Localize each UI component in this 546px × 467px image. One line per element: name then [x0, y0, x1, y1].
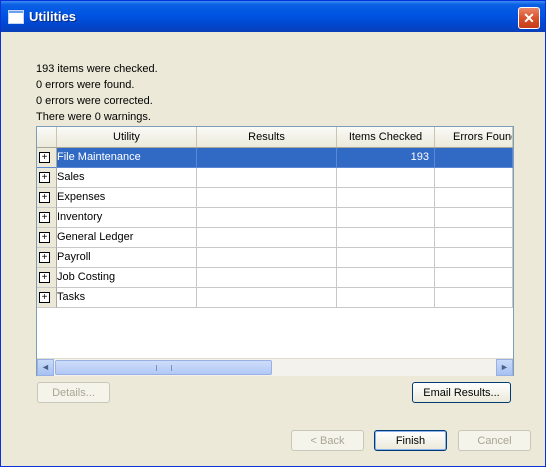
header-utility[interactable]: Utility [57, 127, 197, 147]
expand-icon[interactable]: + [39, 192, 50, 203]
cell-items-checked [337, 248, 435, 268]
cell-items-checked [337, 288, 435, 308]
scroll-thumb[interactable] [55, 360, 272, 375]
cell-utility: General Ledger [57, 228, 197, 248]
header-corner [37, 127, 57, 147]
cell-items-checked [337, 188, 435, 208]
expand-icon[interactable]: + [39, 292, 50, 303]
cell-errors-found [435, 188, 513, 208]
cell-items-checked [337, 228, 435, 248]
expand-icon[interactable]: + [39, 212, 50, 223]
grip-icon [156, 365, 172, 371]
table-row[interactable]: + Sales [37, 168, 513, 188]
table-row[interactable]: + Expenses [37, 188, 513, 208]
back-button[interactable]: < Back [291, 430, 364, 451]
expand-icon[interactable]: + [39, 252, 50, 263]
cell-utility: Job Costing [57, 268, 197, 288]
status-errors-found: 0 errors were found. [36, 79, 135, 91]
cell-errors-found [435, 228, 513, 248]
window-icon [8, 10, 24, 24]
cancel-button[interactable]: Cancel [458, 430, 531, 451]
cell-utility: Sales [57, 168, 197, 188]
close-button[interactable]: ✕ [518, 7, 540, 29]
horizontal-scrollbar[interactable]: ◄ ► [37, 358, 513, 376]
cell-results [197, 248, 337, 268]
status-items-checked: 193 items were checked. [36, 63, 158, 75]
cell-errors-found [435, 208, 513, 228]
grid-header: Utility Results Items Checked Errors Fou… [37, 127, 513, 148]
cell-errors-found [435, 148, 513, 168]
expand-icon[interactable]: + [39, 152, 50, 163]
table-row[interactable]: + Payroll [37, 248, 513, 268]
cell-utility: File Maintenance [57, 148, 197, 168]
cell-results [197, 268, 337, 288]
cell-results [197, 208, 337, 228]
status-errors-corrected: 0 errors were corrected. [36, 95, 153, 107]
finish-button[interactable]: Finish [374, 430, 447, 451]
cell-utility: Inventory [57, 208, 197, 228]
results-grid[interactable]: Utility Results Items Checked Errors Fou… [36, 126, 514, 376]
cell-errors-found [435, 268, 513, 288]
expand-icon[interactable]: + [39, 272, 50, 283]
table-row[interactable]: + General Ledger [37, 228, 513, 248]
cell-results [197, 188, 337, 208]
dialog-body: 193 items were checked. 0 errors were fo… [4, 32, 542, 463]
expand-icon[interactable]: + [39, 172, 50, 183]
cell-utility: Expenses [57, 188, 197, 208]
cell-errors-found [435, 248, 513, 268]
cell-items-checked: 193 [337, 148, 435, 168]
header-results[interactable]: Results [197, 127, 337, 147]
header-errors-found[interactable]: Errors Found [435, 127, 513, 147]
status-warnings: There were 0 warnings. [36, 111, 151, 123]
table-row[interactable]: + Inventory [37, 208, 513, 228]
cell-items-checked [337, 168, 435, 188]
table-row[interactable]: + File Maintenance 193 [37, 148, 513, 168]
header-items-checked[interactable]: Items Checked [337, 127, 435, 147]
scroll-right-icon[interactable]: ► [496, 359, 513, 376]
expand-icon[interactable]: + [39, 232, 50, 243]
scroll-left-icon[interactable]: ◄ [37, 359, 54, 376]
cell-errors-found [435, 168, 513, 188]
table-row[interactable]: + Job Costing [37, 268, 513, 288]
cell-errors-found [435, 288, 513, 308]
title-bar[interactable]: Utilities ✕ [1, 1, 545, 32]
window-title: Utilities [29, 9, 76, 24]
cell-items-checked [337, 268, 435, 288]
details-button[interactable]: Details... [37, 382, 110, 403]
cell-items-checked [337, 208, 435, 228]
cell-results [197, 228, 337, 248]
cell-utility: Payroll [57, 248, 197, 268]
table-row[interactable]: + Tasks [37, 288, 513, 308]
cell-utility: Tasks [57, 288, 197, 308]
cell-results [197, 168, 337, 188]
cell-results [197, 148, 337, 168]
email-results-button[interactable]: Email Results... [412, 382, 511, 403]
utilities-dialog: Utilities ✕ 193 items were checked. 0 er… [0, 0, 546, 467]
cell-results [197, 288, 337, 308]
